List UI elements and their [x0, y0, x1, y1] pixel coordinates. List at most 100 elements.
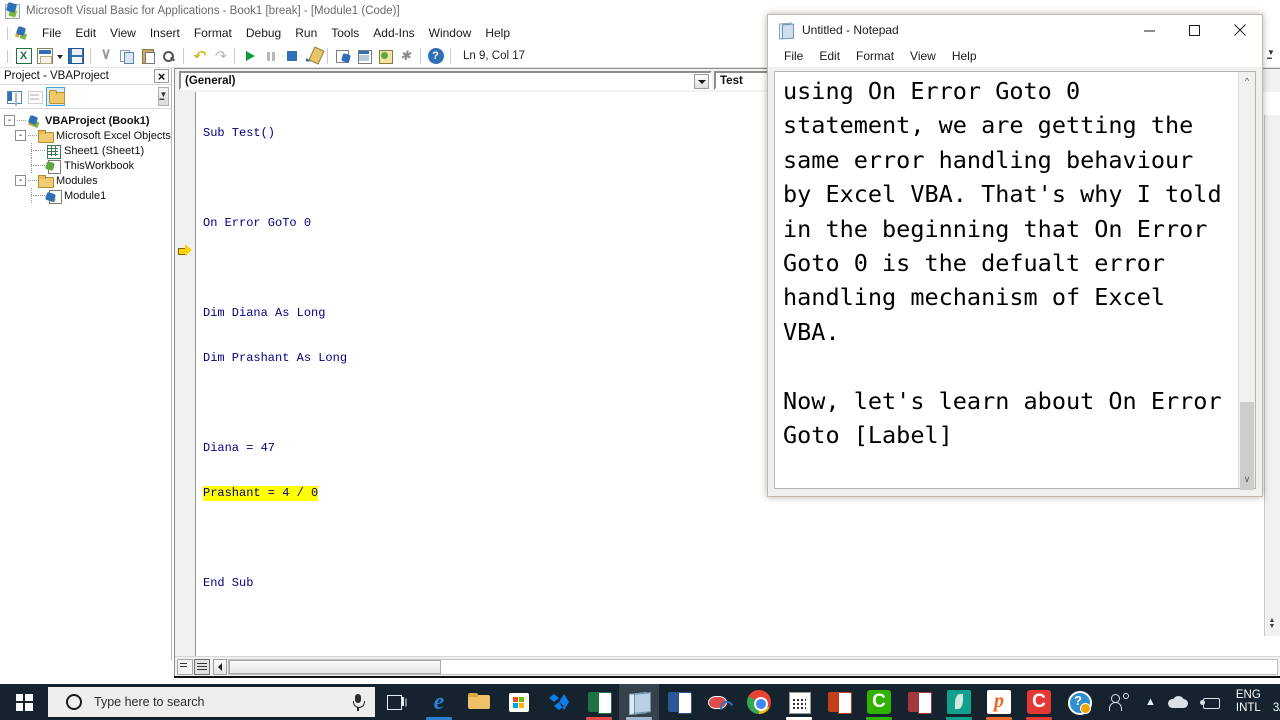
project-explorer-scroll-grip[interactable]: ▼ ━ [158, 87, 169, 106]
expander-icon[interactable]: - [4, 115, 15, 126]
chevron-down-icon[interactable] [694, 74, 709, 89]
onedrive-button[interactable] [1162, 684, 1194, 720]
horizontal-scroll-track[interactable] [228, 658, 1278, 675]
microphone-button[interactable] [341, 693, 375, 711]
close-button[interactable] [1217, 15, 1262, 45]
menu-debug[interactable]: Debug [239, 23, 288, 43]
find-button[interactable] [158, 45, 179, 66]
menu-view[interactable]: View [103, 23, 143, 43]
view-excel-button[interactable] [13, 45, 34, 66]
start-button[interactable] [0, 684, 48, 720]
scroll-arrows[interactable]: ▲ ▼ [1266, 617, 1278, 634]
language-indicator[interactable]: ENG INTL [1228, 689, 1269, 715]
toolbar-overflow-button[interactable]: ▼ ━ [1266, 47, 1276, 65]
code-margin-indicator-bar[interactable] [175, 92, 196, 656]
menu-add-ins[interactable]: Add-Ins [366, 23, 421, 43]
notepad-menu-file[interactable]: File [776, 47, 811, 65]
minimize-button[interactable] [1127, 15, 1172, 45]
code-horizontal-scroll-bar[interactable] [175, 656, 1280, 676]
network-button[interactable] [1194, 684, 1228, 720]
menu-insert[interactable]: Insert [143, 23, 187, 43]
procedure-view-button[interactable] [177, 658, 193, 675]
insert-dropdown-button[interactable] [55, 45, 65, 66]
notepad-menu-view[interactable]: View [902, 47, 944, 65]
paste-button[interactable] [137, 45, 158, 66]
expander-icon[interactable]: - [15, 175, 26, 186]
menu-edit[interactable]: Edit [68, 23, 103, 43]
design-mode-button[interactable] [302, 45, 323, 66]
toolbox-button[interactable] [395, 45, 416, 66]
taskbar-app-red-app[interactable] [1019, 684, 1059, 720]
code-vertical-scrollbar[interactable]: ▲ ▼ [1264, 115, 1280, 636]
menu-run[interactable]: Run [288, 23, 324, 43]
menu-file[interactable]: File [35, 23, 68, 43]
maximize-button[interactable] [1172, 15, 1217, 45]
view-object-button[interactable] [25, 87, 44, 106]
object-browser-button[interactable] [374, 45, 395, 66]
scroll-up-icon[interactable]: ^ [1239, 72, 1255, 89]
save-button[interactable] [65, 45, 86, 66]
project-explorer-button[interactable] [332, 45, 353, 66]
taskbar-app-teal-app[interactable] [939, 684, 979, 720]
taskbar-app-microsoft-store[interactable] [499, 684, 539, 720]
menu-help[interactable]: Help [478, 23, 517, 43]
taskbar-app-help[interactable] [1059, 684, 1099, 720]
tree-item-excel-objects[interactable]: - Microsoft Excel Objects [4, 128, 171, 143]
tree-item-label: Modules [56, 174, 98, 187]
help-button[interactable] [425, 45, 446, 66]
cut-button[interactable] [95, 45, 116, 66]
clock[interactable]: 8:51 PM 3/20/2019 [1269, 689, 1280, 715]
horizontal-scroll-thumb[interactable] [229, 659, 441, 674]
redo-button[interactable] [209, 45, 230, 66]
insert-userform-button[interactable] [34, 45, 55, 66]
tree-item-vbaproject[interactable]: - VBAProject (Book1) [4, 113, 171, 128]
search-box[interactable]: Type here to search [48, 687, 375, 717]
tree-item-sheet1[interactable]: Sheet1 (Sheet1) [4, 143, 171, 159]
taskbar-app-calculator[interactable] [779, 684, 819, 720]
run-sub-button[interactable] [239, 45, 260, 66]
taskbar-app-dropbox[interactable] [539, 684, 579, 720]
toggle-folders-button[interactable] [46, 87, 65, 106]
taskbar-app-word[interactable] [659, 684, 699, 720]
taskbar-app-access[interactable] [899, 684, 939, 720]
notepad-menu-help[interactable]: Help [944, 47, 985, 65]
tree-item-module1[interactable]: Module1 [4, 188, 171, 204]
taskbar-people-button[interactable] [1099, 684, 1139, 720]
expander-icon[interactable]: - [15, 130, 26, 141]
notepad-menu-format[interactable]: Format [848, 47, 902, 65]
notepad-menu-edit[interactable]: Edit [811, 47, 848, 65]
menu-window[interactable]: Window [422, 23, 479, 43]
taskbar-app-notepad[interactable] [619, 684, 659, 720]
scroll-left-button[interactable] [213, 658, 227, 675]
notepad-vertical-scrollbar[interactable]: ^ ∨ [1238, 72, 1255, 490]
taskbar-app-powerpoint[interactable] [819, 684, 859, 720]
menu-format[interactable]: Format [187, 23, 239, 43]
taskbar-app-file-explorer[interactable] [459, 684, 499, 720]
close-icon[interactable]: × [154, 69, 169, 83]
undo-button[interactable] [188, 45, 209, 66]
taskbar-app-excel[interactable] [579, 684, 619, 720]
reset-button[interactable] [281, 45, 302, 66]
taskbar-app-chrome[interactable] [739, 684, 779, 720]
toolbar-drag-grip[interactable] [4, 48, 13, 64]
full-module-view-button[interactable] [194, 658, 210, 675]
object-dropdown[interactable]: (General) [179, 71, 712, 90]
taskbar-app-edge[interactable] [419, 684, 459, 720]
notepad-text-area[interactable]: using On Error Goto 0 statement, we are … [775, 72, 1238, 488]
task-view-button[interactable] [375, 684, 419, 720]
tree-item-modules[interactable]: - Modules [4, 173, 171, 188]
taskbar-app-orange-app[interactable] [979, 684, 1019, 720]
break-button[interactable] [260, 45, 281, 66]
tree-item-thisworkbook[interactable]: ThisWorkbook [4, 158, 171, 174]
view-code-button[interactable] [4, 87, 23, 106]
help-icon [427, 47, 444, 64]
menu-drag-grip[interactable] [4, 25, 13, 41]
notepad-title-bar[interactable]: Untitled - Notepad [768, 15, 1262, 45]
taskbar-app-green-app[interactable] [859, 684, 899, 720]
properties-window-button[interactable] [353, 45, 374, 66]
taskbar-app-paint[interactable] [699, 684, 739, 720]
menu-tools[interactable]: Tools [324, 23, 366, 43]
scroll-down-icon[interactable]: ∨ [1239, 471, 1255, 488]
show-hidden-icons-button[interactable]: ▲ [1139, 684, 1162, 720]
copy-button[interactable] [116, 45, 137, 66]
